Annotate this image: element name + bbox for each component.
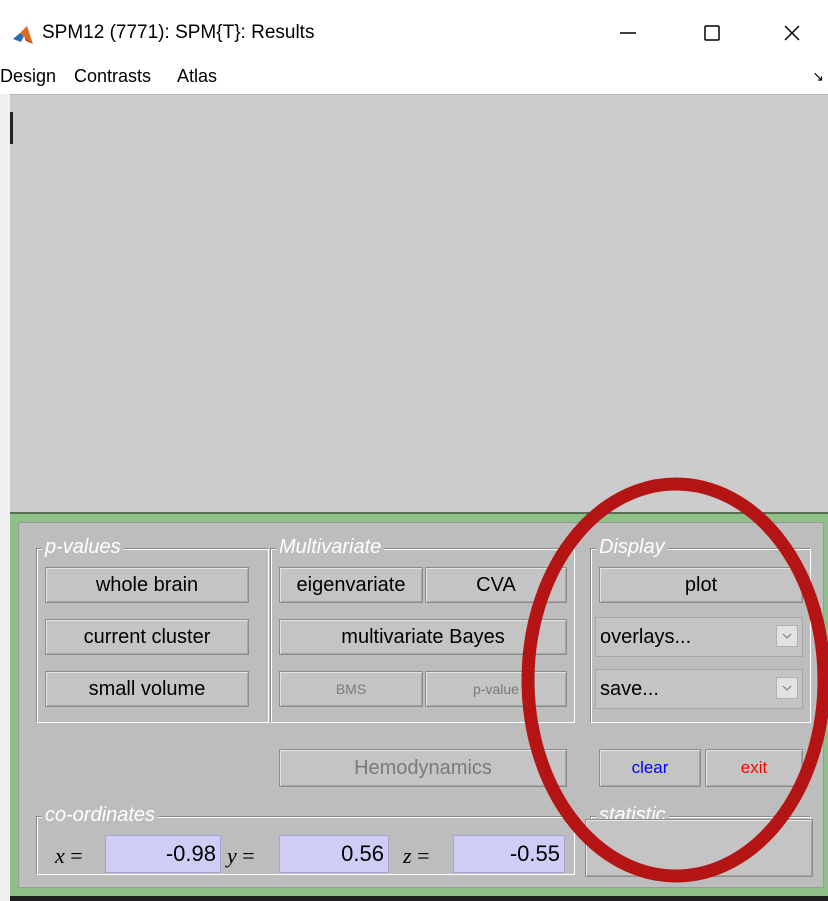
z-coordinate-field[interactable]: -0.55 xyxy=(453,835,565,873)
overlays-dropdown[interactable]: overlays... xyxy=(595,617,803,657)
multivariate-bayes-button[interactable]: multivariate Bayes xyxy=(279,619,567,655)
close-button[interactable] xyxy=(762,8,822,58)
coordinates-group-title: co-ordinates xyxy=(42,804,159,826)
window-title: SPM12 (7771): SPM{T}: Results xyxy=(42,22,315,43)
eigenvariate-button[interactable]: eigenvariate xyxy=(279,567,423,603)
current-cluster-button[interactable]: current cluster xyxy=(45,619,249,655)
maximize-icon xyxy=(704,25,720,41)
overlays-dropdown-label: overlays... xyxy=(600,625,692,648)
x-label: x = xyxy=(55,843,83,868)
clear-button[interactable]: clear xyxy=(599,749,701,787)
display-group-title: Display xyxy=(596,536,668,558)
close-icon xyxy=(784,25,800,41)
save-dropdown[interactable]: save... xyxy=(595,669,803,709)
y-coordinate-field[interactable]: 0.56 xyxy=(279,835,389,873)
results-control-panel: p-values whole brain current cluster sma… xyxy=(18,522,824,888)
multivariate-group-title: Multivariate xyxy=(276,536,385,558)
cva-button[interactable]: CVA xyxy=(425,567,567,603)
pvalues-group-title: p-values xyxy=(42,536,124,558)
window-bottom-edge xyxy=(10,896,828,901)
statistic-display xyxy=(585,819,813,877)
title-bar: SPM12 (7771): SPM{T}: Results xyxy=(0,0,828,62)
hemodynamics-button[interactable]: Hemodynamics xyxy=(279,749,567,787)
small-volume-button[interactable]: small volume xyxy=(45,671,249,707)
maximize-button[interactable] xyxy=(682,8,742,58)
toolbar-toggle-icon[interactable]: ↘ xyxy=(812,68,824,85)
minimize-icon xyxy=(620,32,636,34)
save-dropdown-label: save... xyxy=(600,677,659,700)
y-label: y = xyxy=(227,843,255,868)
menu-atlas[interactable]: Atlas xyxy=(177,66,217,87)
minimize-button[interactable] xyxy=(598,8,658,58)
chevron-down-icon xyxy=(776,625,798,647)
exit-button[interactable]: exit xyxy=(705,749,803,787)
whole-brain-button[interactable]: whole brain xyxy=(45,567,249,603)
z-label: z = xyxy=(403,843,430,868)
figure-canvas xyxy=(10,94,828,512)
x-coordinate-field[interactable]: -0.98 xyxy=(105,835,221,873)
menu-contrasts[interactable]: Contrasts xyxy=(74,66,151,87)
menu-bar: Design Contrasts Atlas ↘ xyxy=(0,62,828,94)
chevron-down-icon xyxy=(776,677,798,699)
spm-results-window: SPM12 (7771): SPM{T}: Results Design Con… xyxy=(0,0,828,901)
matlab-icon xyxy=(12,24,34,46)
menu-design[interactable]: Design xyxy=(0,66,56,87)
p-value-button[interactable]: p-value xyxy=(425,671,567,707)
plot-button[interactable]: plot xyxy=(599,567,803,603)
window-left-edge xyxy=(10,112,13,144)
bms-button[interactable]: BMS xyxy=(279,671,423,707)
